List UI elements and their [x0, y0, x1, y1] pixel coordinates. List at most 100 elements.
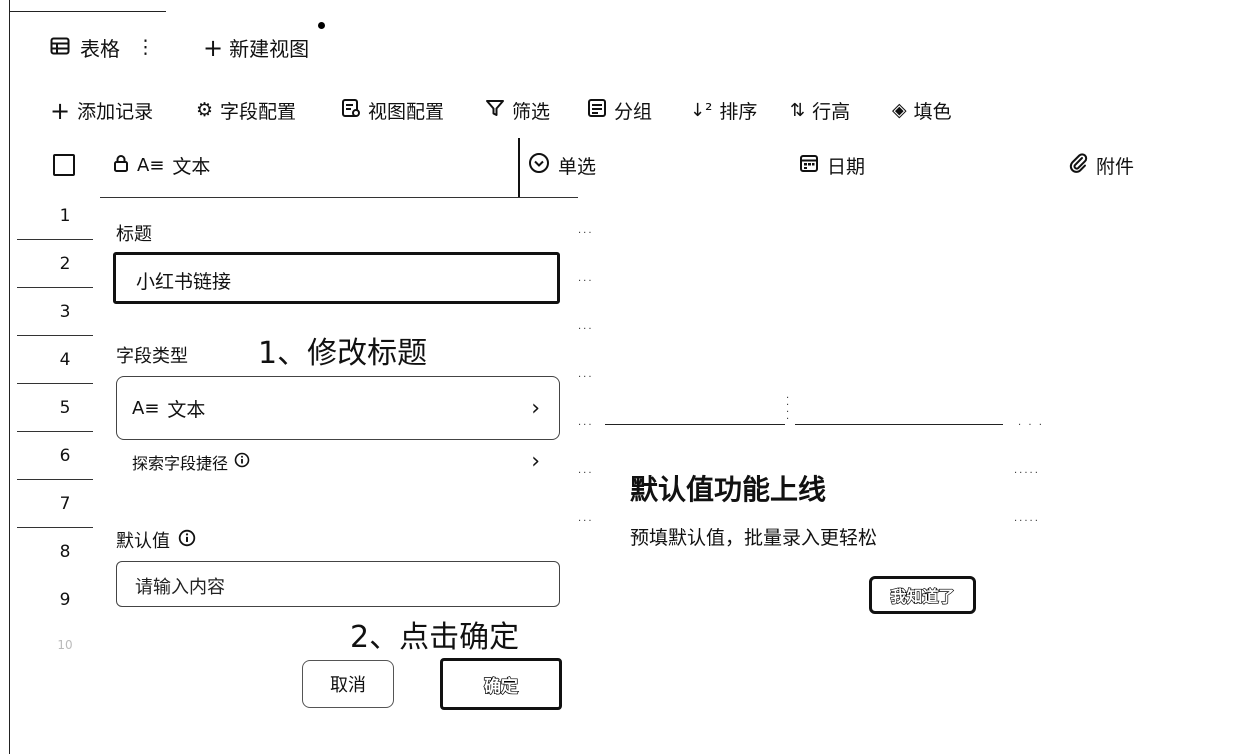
fill-color-label: 填色 — [913, 101, 952, 123]
cell-placeholder: ··· — [578, 372, 594, 383]
popup-border: · · · — [1018, 420, 1044, 431]
notification-dot — [318, 22, 325, 29]
field-type-label: 字段类型 — [116, 346, 188, 367]
calendar-icon — [799, 153, 819, 178]
got-it-button[interactable]: 我知道了 — [869, 576, 976, 614]
left-border — [9, 0, 10, 754]
row-number: 5 — [59, 398, 71, 418]
default-value-input[interactable]: 请输入内容 — [116, 561, 560, 607]
plus-icon: + — [203, 33, 224, 62]
column-text-label: 文本 — [172, 156, 211, 178]
paperclip-icon — [1068, 152, 1088, 179]
row-number: 4 — [59, 350, 71, 370]
add-record-button[interactable]: + 添加记录 — [50, 97, 153, 124]
cell-placeholder: ····· — [1014, 468, 1040, 479]
column-header-date[interactable]: 日期 — [799, 152, 865, 179]
group-button[interactable]: 分组 — [587, 97, 652, 124]
column-header-text[interactable]: A≡ 文本 — [113, 152, 210, 179]
title-input[interactable]: 小红书链接 — [113, 252, 560, 304]
fill-icon: ◈ — [892, 99, 907, 121]
select-all-checkbox[interactable] — [53, 154, 75, 176]
field-type-row[interactable]: A≡ 文本 › — [132, 395, 540, 422]
tab-table[interactable]: 表格 ⋮ — [50, 33, 155, 62]
row-divider — [17, 527, 93, 528]
row-number: 8 — [59, 542, 71, 562]
column-header-attachment[interactable]: 附件 — [1068, 152, 1134, 179]
new-view-label: 新建视图 — [229, 37, 310, 61]
row-height-button[interactable]: ⇅ 行高 — [790, 97, 850, 124]
cell-placeholder: ··· — [578, 516, 594, 527]
filter-icon — [485, 98, 505, 123]
sort-button[interactable]: ↓² 排序 — [690, 97, 757, 124]
cell-placeholder: ····· — [1014, 516, 1040, 527]
row-number: 3 — [59, 302, 71, 322]
default-value-label: 默认值 — [116, 531, 170, 552]
plus-icon: + — [50, 96, 71, 125]
group-label: 分组 — [614, 101, 653, 123]
row-number: 1 — [59, 206, 71, 226]
row-number: 2 — [59, 254, 71, 274]
new-view-button[interactable]: + 新建视图 — [203, 33, 309, 62]
info-icon — [178, 529, 196, 551]
row-divider — [17, 287, 93, 288]
row-divider — [17, 431, 93, 432]
add-record-label: 添加记录 — [77, 101, 154, 123]
more-vertical-icon[interactable]: ⋮ — [136, 38, 155, 57]
column-date-label: 日期 — [827, 156, 866, 178]
top-border — [9, 11, 166, 12]
explore-shortcuts-row[interactable]: 探索字段捷径 › — [132, 450, 540, 474]
row-divider — [17, 239, 93, 240]
row-height-label: 行高 — [812, 101, 851, 123]
cell-placeholder: ··· — [578, 228, 594, 239]
sort-icon: ↓² — [690, 99, 713, 121]
annotation-step-1: 1、修改标题 — [258, 336, 428, 371]
column-header-single-select[interactable]: 单选 — [528, 152, 596, 179]
info-icon — [234, 452, 250, 472]
popup-title: 默认值功能上线 — [630, 473, 827, 506]
popup-arrow: · · · · — [786, 393, 790, 425]
row-height-icon: ⇅ — [790, 99, 806, 121]
table-icon — [50, 36, 70, 60]
column-attachment-label: 附件 — [1096, 156, 1135, 178]
chevron-right-icon: › — [531, 395, 540, 421]
row-number: 6 — [59, 446, 71, 466]
default-value-heading: 默认值 — [116, 527, 196, 553]
field-config-button[interactable]: ⚙ 字段配置 — [196, 97, 296, 124]
field-type-value: 文本 — [167, 399, 206, 421]
cell-placeholder: ··· — [578, 276, 594, 287]
text-type-icon: A≡ — [132, 397, 160, 419]
view-config-icon — [341, 98, 361, 123]
row-divider — [17, 383, 93, 384]
confirm-button-label: 确定 — [483, 676, 518, 697]
gear-icon: ⚙ — [196, 99, 214, 121]
cell-placeholder: ··· — [578, 420, 594, 431]
row-number: 9 — [59, 590, 71, 610]
cell-placeholder: ··· — [578, 468, 594, 479]
filter-button[interactable]: 筛选 — [485, 97, 550, 124]
tab-table-label: 表格 — [80, 37, 120, 61]
group-icon — [587, 98, 607, 123]
filter-label: 筛选 — [512, 101, 551, 123]
column-resize-handle[interactable] — [518, 138, 520, 198]
fill-color-button[interactable]: ◈ 填色 — [892, 97, 952, 124]
popup-description: 预填默认值，批量录入更轻松 — [630, 527, 878, 549]
field-editor-border — [100, 197, 578, 198]
row-divider — [17, 335, 93, 336]
view-config-label: 视图配置 — [368, 101, 445, 123]
popup-border — [795, 424, 1003, 425]
text-type-icon: A≡ — [137, 154, 165, 176]
cancel-button-label: 取消 — [330, 675, 366, 696]
field-config-label: 字段配置 — [220, 101, 297, 123]
annotation-step-2: 2、点击确定 — [350, 620, 520, 655]
popup-border — [605, 424, 785, 425]
confirm-button[interactable]: 确定 — [440, 658, 562, 710]
row-number: 10 — [57, 638, 73, 652]
single-select-icon — [528, 152, 550, 179]
cancel-button[interactable]: 取消 — [302, 660, 394, 708]
row-number: 7 — [59, 494, 71, 514]
column-single-select-label: 单选 — [558, 156, 597, 178]
view-config-button[interactable]: 视图配置 — [341, 97, 444, 124]
got-it-button-label: 我知道了 — [890, 586, 955, 606]
row-divider — [17, 479, 93, 480]
sort-label: 排序 — [719, 101, 758, 123]
